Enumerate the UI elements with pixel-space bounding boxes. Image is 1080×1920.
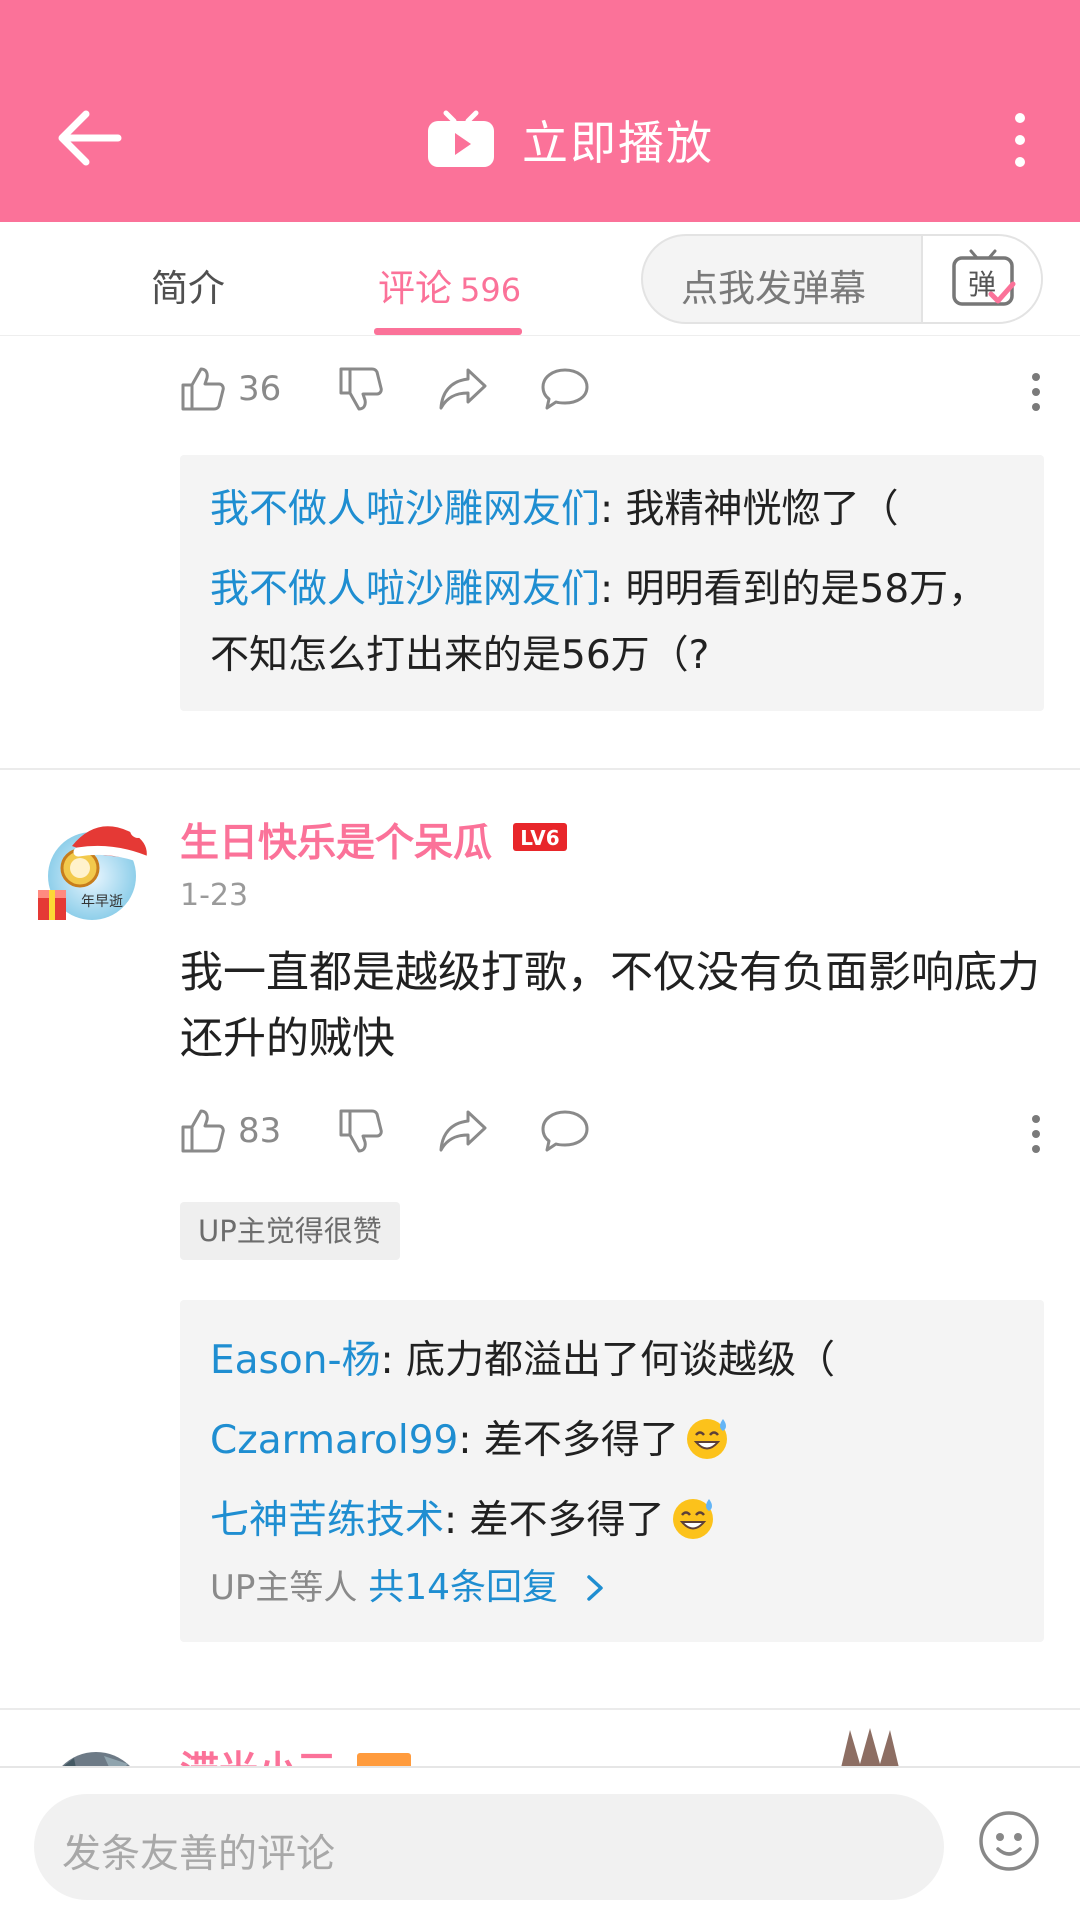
sweat-smile-emoji-icon <box>672 1499 713 1539</box>
comment-list[interactable]: 36 我不做人啦沙雕网友们: 我精神恍惚了（ 我不做人啦沙雕网友们: 明明看到的… <box>0 336 1080 1766</box>
tab-indicator <box>374 328 522 335</box>
thumbs-up-icon <box>181 1109 225 1153</box>
reply-text: : 我精神恍惚了（ <box>600 487 899 532</box>
decoration-pendant <box>841 1728 899 1766</box>
tab-comments[interactable]: 评论 596 <box>378 258 521 312</box>
danmaku-toggle[interactable]: 弹 <box>921 236 1041 322</box>
thumbs-down-icon <box>339 367 383 411</box>
tab-comments-label: 评论 <box>378 267 452 310</box>
comment-bubble-icon <box>541 1110 589 1152</box>
thumbs-up-icon <box>181 367 225 411</box>
reply-text: : 底力都溢出了何谈越级（ <box>380 1338 836 1383</box>
comment-username[interactable]: 滞光小三 <box>180 1740 336 1766</box>
comment-actions: 36 <box>180 366 1060 426</box>
reply-item[interactable]: Eason-杨: 底力都溢出了何谈越级（ <box>210 1328 1014 1394</box>
like-button[interactable]: 36 <box>180 366 281 412</box>
reply-text: : 差不多得了 <box>444 1498 665 1543</box>
reply-text: : 差不多得了 <box>458 1418 679 1463</box>
comment-input-placeholder: 发条友善的评论 <box>62 1832 336 1877</box>
reply-button[interactable] <box>540 1108 590 1154</box>
avatar[interactable] <box>34 1734 164 1766</box>
danmaku-icon: 弹 <box>952 249 1016 306</box>
reply-item[interactable]: 我不做人啦沙雕网友们: 明明看到的是58万，不知怎么打出来的是56万（? <box>210 557 1014 689</box>
more-vertical-icon[interactable] <box>1002 108 1038 172</box>
comment-input[interactable]: 发条友善的评论 <box>34 1794 944 1900</box>
reply-username[interactable]: 我不做人啦沙雕网友们 <box>210 487 600 532</box>
reply-username[interactable]: 我不做人啦沙雕网友们 <box>210 567 600 612</box>
share-button[interactable] <box>438 366 488 412</box>
comment-username[interactable]: 生日快乐是个呆瓜 <box>180 812 492 868</box>
reply-item[interactable]: Czarmarol99: 差不多得了 <box>210 1408 1014 1474</box>
comment-more-icon[interactable] <box>1030 1114 1042 1154</box>
dislike-button[interactable] <box>338 1108 384 1154</box>
reply-username[interactable]: 七神苦练技术 <box>210 1498 444 1543</box>
comment-divider <box>0 768 1080 770</box>
comment-actions: 83 <box>180 1108 1060 1168</box>
tab-intro-label: 简介 <box>151 267 225 310</box>
back-arrow-icon[interactable] <box>52 106 124 170</box>
comment-text: 我一直都是越级打歌，不仅没有负面影响底力还升的贼快 <box>180 948 1040 1064</box>
comment-divider <box>0 1708 1080 1710</box>
tab-intro[interactable]: 简介 <box>151 258 225 312</box>
svg-text:年早逝: 年早逝 <box>81 894 123 910</box>
reply-item[interactable]: 七神苦练技术: 差不多得了 <box>210 1488 1014 1554</box>
emoji-face-icon[interactable] <box>976 1808 1042 1874</box>
thumbs-down-icon <box>339 1109 383 1153</box>
sweat-smile-emoji-icon <box>686 1419 727 1459</box>
up-liked-tag: UP主觉得很赞 <box>180 1202 400 1260</box>
comment-more-icon[interactable] <box>1030 372 1042 412</box>
play-now-button[interactable]: 立即播放 <box>426 104 714 176</box>
comments-count: 596 <box>460 271 522 309</box>
send-danmaku-button[interactable]: 点我发弹幕 弹 <box>641 234 1043 324</box>
more-replies-prefix: UP主等人 <box>210 1568 369 1608</box>
send-danmaku-label: 点我发弹幕 <box>681 267 866 310</box>
comment-bubble-icon <box>541 368 589 410</box>
level-badge <box>357 1753 411 1766</box>
share-icon <box>439 1110 487 1152</box>
more-replies-link[interactable]: 共14条回复 <box>368 1567 558 1608</box>
chevron-right-icon <box>587 1575 603 1601</box>
level-badge: LV6 <box>513 823 567 851</box>
reply-username[interactable]: Eason-杨 <box>210 1338 381 1383</box>
tv-play-icon <box>428 110 494 167</box>
comment-date: 1-23 <box>180 878 249 913</box>
top-bar: 立即播放 <box>0 0 1080 222</box>
reply-item[interactable]: 我不做人啦沙雕网友们: 我精神恍惚了（ <box>210 477 1014 543</box>
share-button[interactable] <box>438 1108 488 1154</box>
avatar[interactable]: 年早逝 <box>34 806 164 936</box>
like-count: 83 <box>238 1111 282 1151</box>
svg-text:LV6: LV6 <box>520 826 559 850</box>
share-icon <box>439 368 487 410</box>
like-count: 36 <box>238 369 282 409</box>
reply-username[interactable]: Czarmarol99 <box>210 1418 458 1463</box>
dislike-button[interactable] <box>338 366 384 412</box>
view-all-replies[interactable]: UP主等人 共14条回复 <box>210 1556 1014 1620</box>
reply-preview-box[interactable]: Eason-杨: 底力都溢出了何谈越级（ Czarmarol99: 差不多得了 … <box>180 1300 1044 1642</box>
play-now-label: 立即播放 <box>522 116 714 170</box>
reply-button[interactable] <box>540 366 590 412</box>
reply-preview-box[interactable]: 我不做人啦沙雕网友们: 我精神恍惚了（ 我不做人啦沙雕网友们: 明明看到的是58… <box>180 455 1044 711</box>
comment-input-bar: 发条友善的评论 <box>0 1766 1080 1920</box>
like-button[interactable]: 83 <box>180 1108 281 1154</box>
